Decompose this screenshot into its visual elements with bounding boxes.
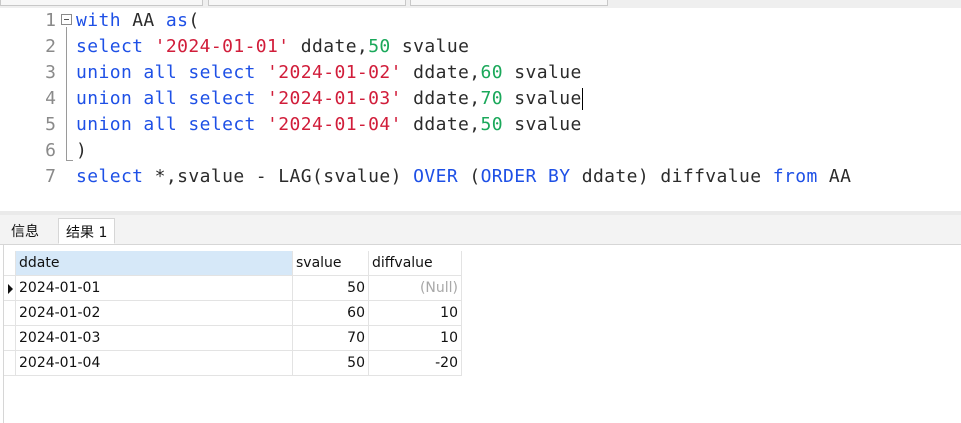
code-token: 70 xyxy=(480,88,504,109)
code-token: OVER xyxy=(413,166,459,187)
code-token: ddate, xyxy=(401,88,481,109)
code-text[interactable]: with AA as( xyxy=(76,8,200,34)
code-token: '2024-01-02' xyxy=(267,62,402,83)
code-token: 50 xyxy=(368,36,391,57)
code-text[interactable]: select *,svalue - LAG(svalue) OVER (ORDE… xyxy=(76,164,851,190)
code-text[interactable]: select '2024-01-01' ddate,50 svalue xyxy=(76,34,469,60)
cell-svalue[interactable]: 60 xyxy=(293,301,369,326)
code-token: union all select xyxy=(76,88,268,109)
code-line[interactable]: 6) xyxy=(0,138,961,164)
code-token: *,svalue - LAG(svalue) xyxy=(154,166,414,187)
code-token: select xyxy=(76,166,155,187)
code-token: ddate, xyxy=(289,36,369,57)
line-number: 1 xyxy=(45,10,56,31)
current-row-arrow-icon xyxy=(8,284,13,294)
code-text[interactable]: union all select '2024-01-04' ddate,50 s… xyxy=(76,112,582,138)
code-line[interactable]: 5 union all select '2024-01-04' ddate,50 … xyxy=(0,112,961,138)
code-token: svalue xyxy=(503,62,582,83)
query-tab-strip xyxy=(0,0,961,8)
code-token: ( xyxy=(188,10,200,31)
tab-result-1[interactable]: 结果 1 xyxy=(58,218,116,244)
text-cursor xyxy=(581,88,583,110)
query-tab[interactable] xyxy=(410,0,608,6)
code-text[interactable]: ) xyxy=(76,138,87,164)
line-number: 3 xyxy=(45,62,56,83)
code-token: svalue xyxy=(503,114,582,135)
code-token: '2024-01-01' xyxy=(154,36,290,57)
code-token: ) xyxy=(76,140,88,161)
cell-svalue[interactable]: 50 xyxy=(293,351,369,376)
cell-ddate[interactable]: 2024-01-02 xyxy=(16,301,293,326)
cell-ddate[interactable]: 2024-01-04 xyxy=(16,351,293,376)
code-token: ( xyxy=(458,166,481,187)
cell-ddate[interactable]: 2024-01-01 xyxy=(16,276,293,301)
code-token: 50 xyxy=(480,114,504,135)
column-header-ddate[interactable]: ddate xyxy=(16,251,293,276)
code-text[interactable]: union all select '2024-01-03' ddate,70 s… xyxy=(76,86,583,112)
row-indicator[interactable] xyxy=(4,276,16,301)
column-header-diffvalue[interactable]: diffvalue xyxy=(369,251,462,276)
code-token: union all select xyxy=(76,114,268,135)
code-line[interactable]: 3 union all select '2024-01-02' ddate,60 … xyxy=(0,60,961,86)
cell-diffvalue[interactable]: 10 xyxy=(369,326,462,351)
result-tabs: 信息 结果 1 xyxy=(0,215,961,245)
cell-diffvalue[interactable]: 10 xyxy=(369,301,462,326)
code-token: '2024-01-03' xyxy=(267,88,402,109)
code-token: ddate) diffvalue xyxy=(570,166,773,187)
column-header-svalue[interactable]: svalue xyxy=(293,251,369,276)
code-token: '2024-01-04' xyxy=(267,114,402,135)
grid-corner xyxy=(4,251,16,276)
row-indicator[interactable] xyxy=(4,326,16,351)
row-indicator[interactable] xyxy=(4,351,16,376)
code-token: union all select xyxy=(76,62,268,83)
tab-info[interactable]: 信息 xyxy=(4,218,46,244)
query-tab[interactable] xyxy=(208,0,406,6)
code-token: from xyxy=(772,166,818,187)
code-token: ddate, xyxy=(401,62,481,83)
code-line[interactable]: 4 union all select '2024-01-03' ddate,70 … xyxy=(0,86,961,112)
cell-ddate[interactable]: 2024-01-03 xyxy=(16,326,293,351)
code-line[interactable]: 2 select '2024-01-01' ddate,50 svalue xyxy=(0,34,961,60)
line-number: 5 xyxy=(45,114,56,135)
code-token: svalue xyxy=(503,88,582,109)
code-token: as xyxy=(165,10,189,31)
line-number: 2 xyxy=(45,36,56,57)
line-number: 7 xyxy=(45,166,56,187)
code-text[interactable]: union all select '2024-01-02' ddate,60 s… xyxy=(76,60,582,86)
line-number: 4 xyxy=(45,88,56,109)
code-line[interactable]: 7 select *,svalue - LAG(svalue) OVER (ORD… xyxy=(0,164,961,190)
sql-editor[interactable]: 1 with AA as(2 select '2024-01-01' ddate,5… xyxy=(0,8,961,211)
code-token: with xyxy=(76,10,121,31)
code-token: ORDER BY xyxy=(480,166,571,187)
code-line[interactable]: 1 with AA as( xyxy=(0,8,961,34)
code-token: ddate, xyxy=(401,114,481,135)
query-tab[interactable] xyxy=(0,0,203,6)
row-indicator[interactable] xyxy=(4,301,16,326)
cell-svalue[interactable]: 50 xyxy=(293,276,369,301)
line-number: 6 xyxy=(45,140,56,161)
code-token: AA xyxy=(120,10,166,31)
cell-diffvalue[interactable]: -20 xyxy=(369,351,462,376)
code-token: 60 xyxy=(480,62,504,83)
code-token: AA xyxy=(817,166,852,187)
cell-svalue[interactable]: 70 xyxy=(293,326,369,351)
code-token: select xyxy=(76,36,155,57)
code-token: svalue xyxy=(390,36,470,57)
cell-diffvalue[interactable]: (Null) xyxy=(369,276,462,301)
